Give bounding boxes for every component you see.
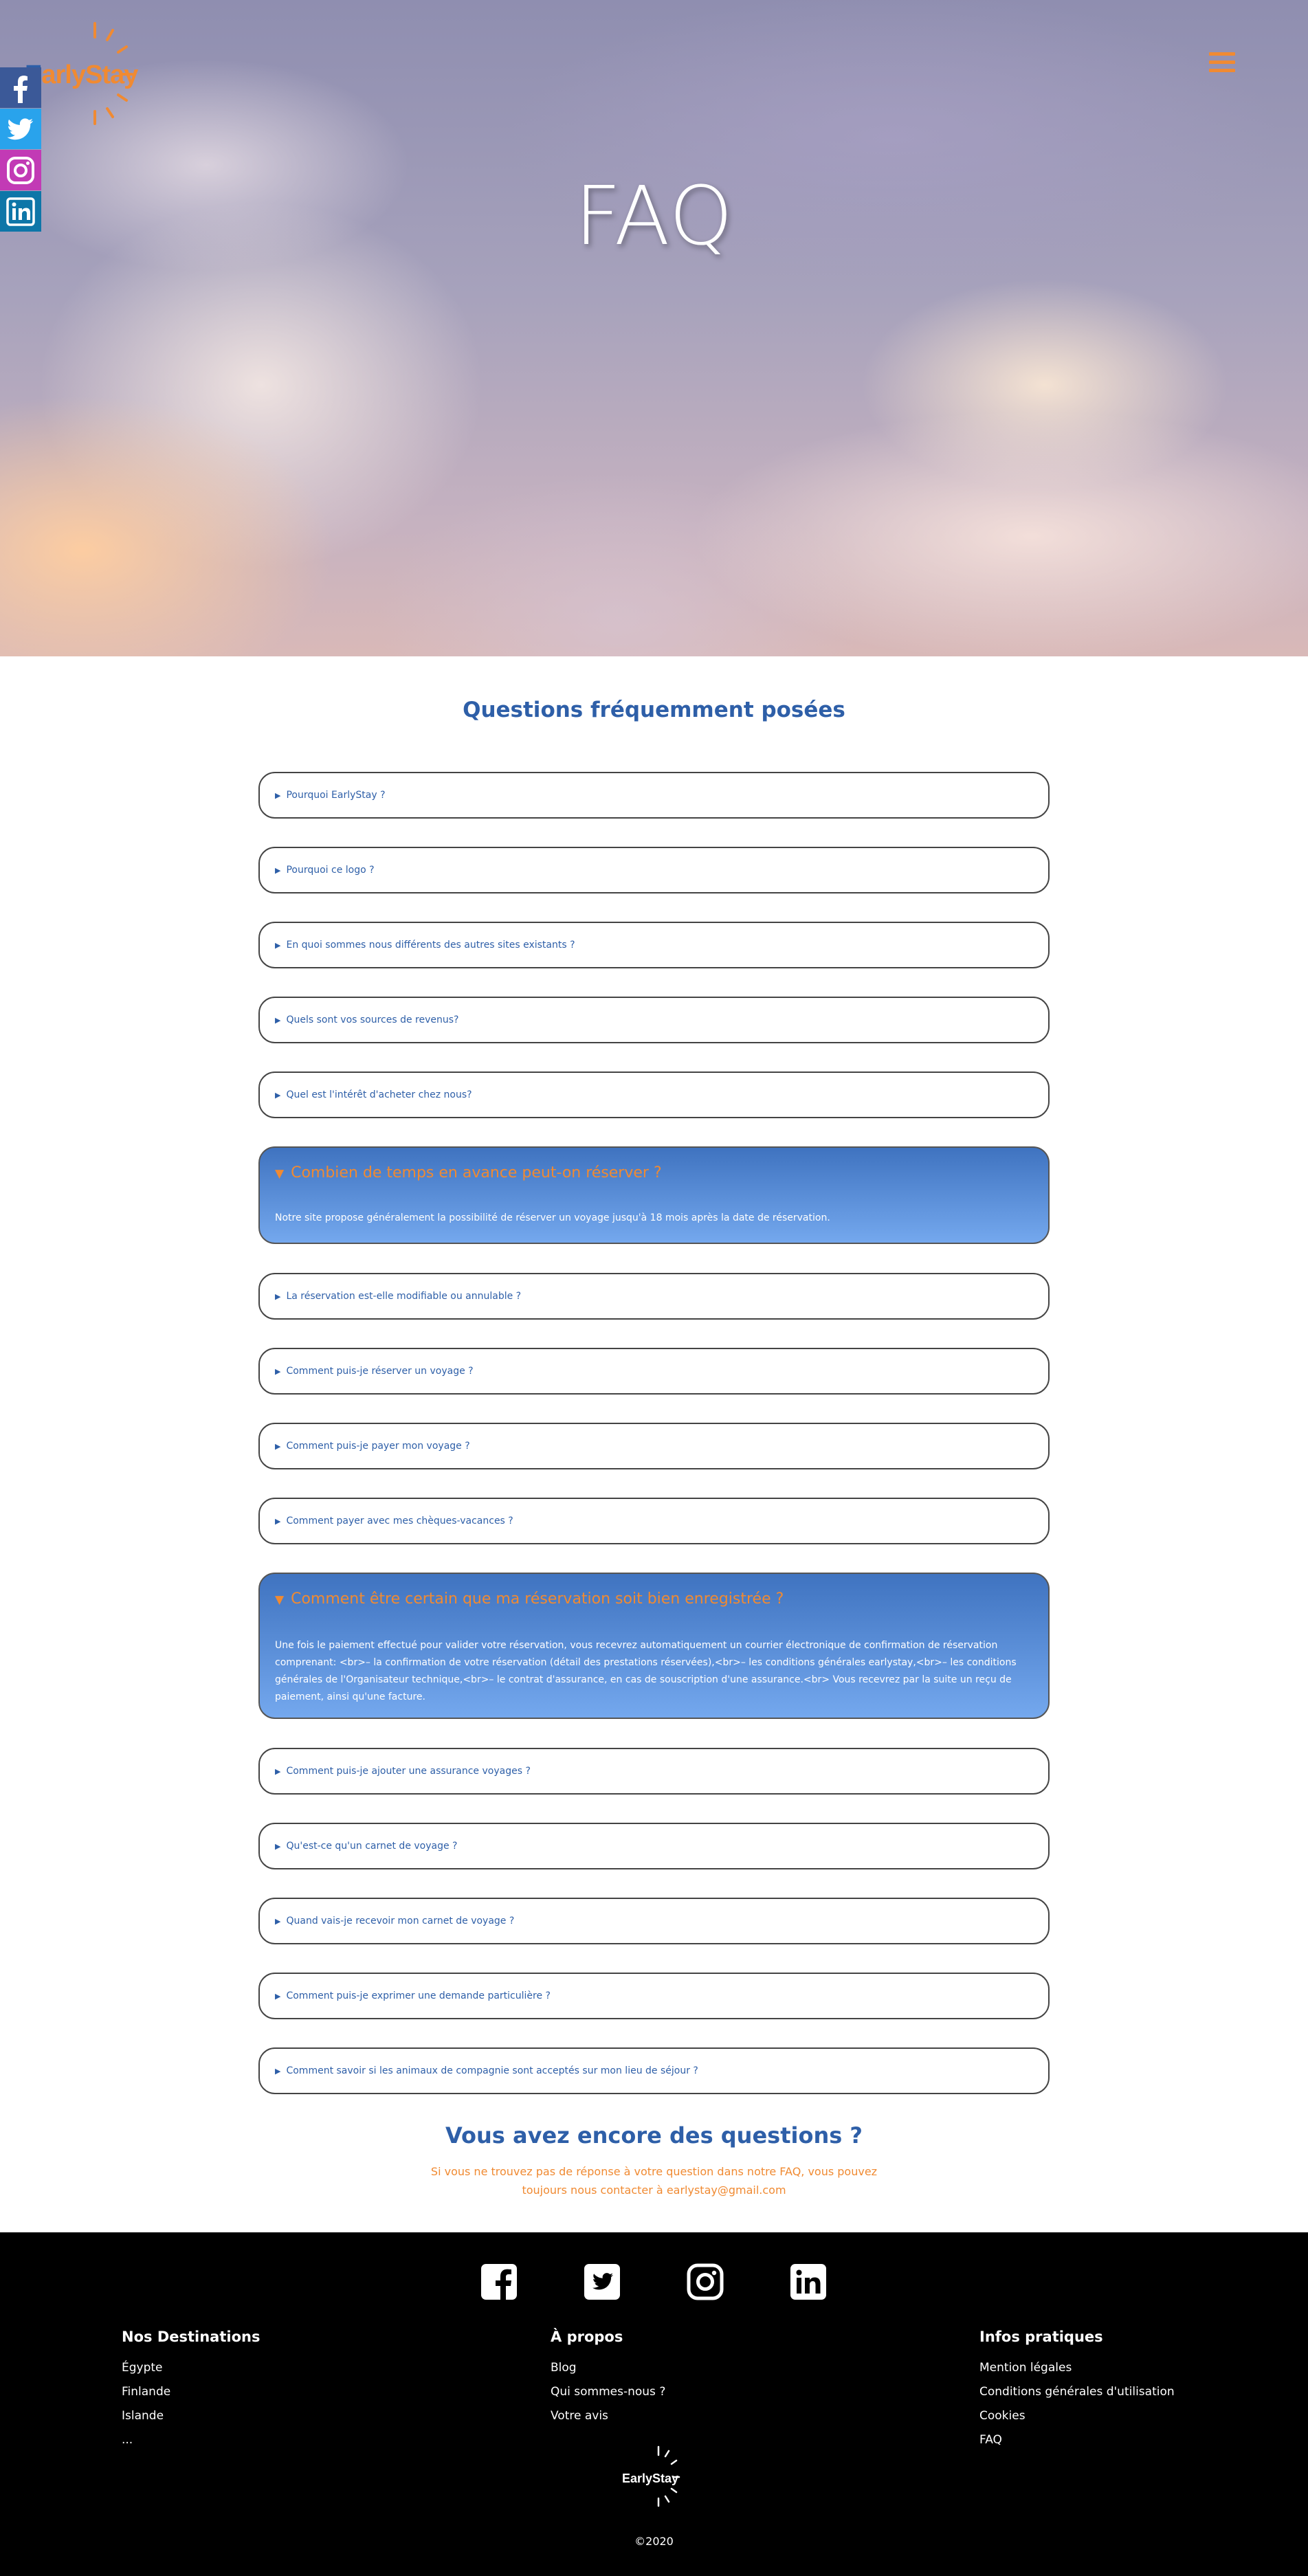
- footer-facebook-link[interactable]: [480, 2263, 518, 2300]
- hamburger-menu-icon[interactable]: [1209, 52, 1235, 73]
- footer-column-title: Nos Destinations: [122, 2329, 261, 2345]
- faq-answer: Notre site propose généralement la possi…: [275, 1212, 830, 1223]
- copyright: ©2020: [634, 2535, 674, 2548]
- instagram-share-button[interactable]: [0, 150, 41, 190]
- twitter-share-button[interactable]: [0, 109, 41, 149]
- faq-question: ▶ Quel est l'intérêt d'acheter chez nous?: [275, 1089, 472, 1100]
- twitter-icon: [7, 118, 33, 140]
- faq-item[interactable]: ▶ En quoi sommes nous différents des autr…: [258, 922, 1050, 968]
- footer-linkedin-link[interactable]: [790, 2263, 827, 2300]
- faq-item[interactable]: ▶ Comment savoir si les animaux de compag…: [258, 2047, 1050, 2094]
- faq-question: ▶ Pourquoi ce logo ?: [275, 865, 375, 876]
- caret-right-icon: ▶: [275, 1016, 281, 1025]
- instagram-icon: [687, 2263, 724, 2300]
- facebook-icon: [14, 76, 27, 103]
- faq-question: ▶ Pourquoi EarlyStay ?: [275, 790, 386, 801]
- faq-item[interactable]: ▶ Pourquoi EarlyStay ?: [258, 772, 1050, 819]
- footer-logo[interactable]: EarlyStay: [619, 2445, 694, 2511]
- footer-column-about: À propos Blog Qui sommes-nous ? Votre av…: [551, 2329, 665, 2428]
- caret-right-icon: ▶: [275, 1767, 281, 1776]
- faq-question: ▶ Comment puis-je ajouter une assurance v…: [275, 1766, 531, 1777]
- faq-section-title: Questions fréquemment posées: [463, 698, 845, 722]
- faq-item[interactable]: ▶ Qu'est-ce qu'un carnet de voyage ?: [258, 1823, 1050, 1869]
- footer-link-feedback[interactable]: Votre avis: [551, 2404, 665, 2428]
- faq-question: ▶ Comment payer avec mes chèques-vacances…: [275, 1515, 513, 1526]
- contact-text: Si vous ne trouvez pas de réponse à votr…: [430, 2165, 878, 2197]
- caret-right-icon: ▶: [275, 1917, 281, 1926]
- facebook-share-button[interactable]: [0, 67, 41, 108]
- linkedin-icon: [6, 197, 35, 226]
- footer-link-egypte[interactable]: Égypte: [122, 2356, 260, 2380]
- faq-question: ▶ Quand vais-je recevoir mon carnet de vo…: [275, 1916, 515, 1927]
- footer-link-cookies[interactable]: Cookies: [979, 2404, 1175, 2428]
- footer-link-blog[interactable]: Blog: [551, 2356, 665, 2380]
- faq-question: ▶ Comment puis-je payer mon voyage ?: [275, 1441, 470, 1452]
- caret-right-icon: ▶: [275, 2067, 281, 2076]
- footer-link-legal[interactable]: Mention légales: [979, 2356, 1175, 2380]
- faq-question: ▶ Comment puis-je réserver un voyage ?: [275, 1366, 474, 1377]
- instagram-icon: [7, 157, 34, 184]
- faq-question: ▶ Comment puis-je exprimer une demande pa…: [275, 1990, 551, 2001]
- faq-item[interactable]: ▶ Pourquoi ce logo ?: [258, 847, 1050, 893]
- caret-right-icon: ▶: [275, 1517, 281, 1526]
- linkedin-icon: [790, 2264, 826, 2300]
- social-sidebar: [0, 67, 41, 232]
- faq-answer: Une fois le paiement effectué pour valid…: [275, 1640, 1017, 1702]
- footer-column-title: À propos: [551, 2329, 623, 2345]
- faq-item[interactable]: ▶ Quels sont vos sources de revenus?: [258, 997, 1050, 1043]
- linkedin-share-button[interactable]: [0, 191, 41, 232]
- site-logo[interactable]: EarlyStay: [25, 21, 155, 134]
- footer-link-faq[interactable]: FAQ: [979, 2428, 1175, 2452]
- site-footer: Nos Destinations Égypte Finlande Islande…: [0, 2232, 1308, 2576]
- caret-right-icon: ▶: [275, 1992, 281, 2001]
- contact-title: Vous avez encore des questions ?: [445, 2122, 863, 2148]
- footer-column-destinations: Nos Destinations Égypte Finlande Islande…: [122, 2329, 260, 2452]
- faq-item[interactable]: ▶ Quand vais-je recevoir mon carnet de vo…: [258, 1898, 1050, 1944]
- hero-banner: EarlyStay FAQ: [0, 0, 1308, 656]
- footer-social-icons: [0, 2263, 1308, 2302]
- faq-question: ▶ La réservation est-elle modifiable ou a…: [275, 1291, 522, 1302]
- faq-item-expanded[interactable]: ▼ Comment être certain que ma réservation…: [258, 1573, 1050, 1719]
- caret-right-icon: ▶: [275, 866, 281, 875]
- sun-rays-icon: [657, 2445, 680, 2507]
- faq-item[interactable]: ▶ Comment payer avec mes chèques-vacances…: [258, 1498, 1050, 1544]
- footer-link-islande[interactable]: Islande: [122, 2404, 260, 2428]
- faq-question: ▶ Qu'est-ce qu'un carnet de voyage ?: [275, 1841, 458, 1852]
- caret-right-icon: ▶: [275, 1842, 281, 1851]
- caret-right-icon: ▶: [275, 1442, 281, 1451]
- page-title: FAQ: [574, 168, 734, 263]
- footer-twitter-link[interactable]: [584, 2263, 621, 2300]
- footer-link-terms[interactable]: Conditions générales d'utilisation: [979, 2380, 1175, 2404]
- footer-link-about-us[interactable]: Qui sommes-nous ?: [551, 2380, 665, 2404]
- footer-instagram-link[interactable]: [687, 2263, 724, 2300]
- sun-rays-icon: [93, 22, 133, 125]
- faq-question: ▼ Comment être certain que ma réservation…: [275, 1590, 784, 1608]
- caret-right-icon: ▶: [275, 791, 281, 800]
- caret-right-icon: ▶: [275, 941, 281, 950]
- faq-question: ▶ Quels sont vos sources de revenus?: [275, 1014, 459, 1025]
- faq-item[interactable]: ▶ Comment puis-je exprimer une demande pa…: [258, 1973, 1050, 2019]
- footer-link-finlande[interactable]: Finlande: [122, 2380, 260, 2404]
- caret-down-icon: ▼: [275, 1593, 285, 1607]
- caret-down-icon: ▼: [275, 1167, 285, 1181]
- faq-item[interactable]: ▶ La réservation est-elle modifiable ou a…: [258, 1273, 1050, 1320]
- faq-question: ▼ Combien de temps en avance peut-on rése…: [275, 1164, 662, 1181]
- faq-item[interactable]: ▶ Quel est l'intérêt d'acheter chez nous?: [258, 1072, 1050, 1118]
- caret-right-icon: ▶: [275, 1367, 281, 1376]
- facebook-icon: [481, 2264, 517, 2300]
- faq-item[interactable]: ▶ Comment puis-je payer mon voyage ?: [258, 1423, 1050, 1469]
- twitter-icon: [584, 2264, 620, 2300]
- faq-question: ▶ Comment savoir si les animaux de compag…: [275, 2065, 698, 2076]
- faq-item[interactable]: ▶ Comment puis-je ajouter une assurance v…: [258, 1748, 1050, 1795]
- footer-column-title: Infos pratiques: [979, 2329, 1103, 2345]
- footer-column-practical-info: Infos pratiques Mention légales Conditio…: [979, 2329, 1175, 2452]
- faq-item-expanded[interactable]: ▼ Combien de temps en avance peut-on rése…: [258, 1146, 1050, 1244]
- caret-right-icon: ▶: [275, 1292, 281, 1301]
- caret-right-icon: ▶: [275, 1091, 281, 1100]
- faq-item[interactable]: ▶ Comment puis-je réserver un voyage ?: [258, 1348, 1050, 1395]
- footer-link-more[interactable]: ...: [122, 2428, 260, 2452]
- faq-question: ▶ En quoi sommes nous différents des autr…: [275, 940, 575, 951]
